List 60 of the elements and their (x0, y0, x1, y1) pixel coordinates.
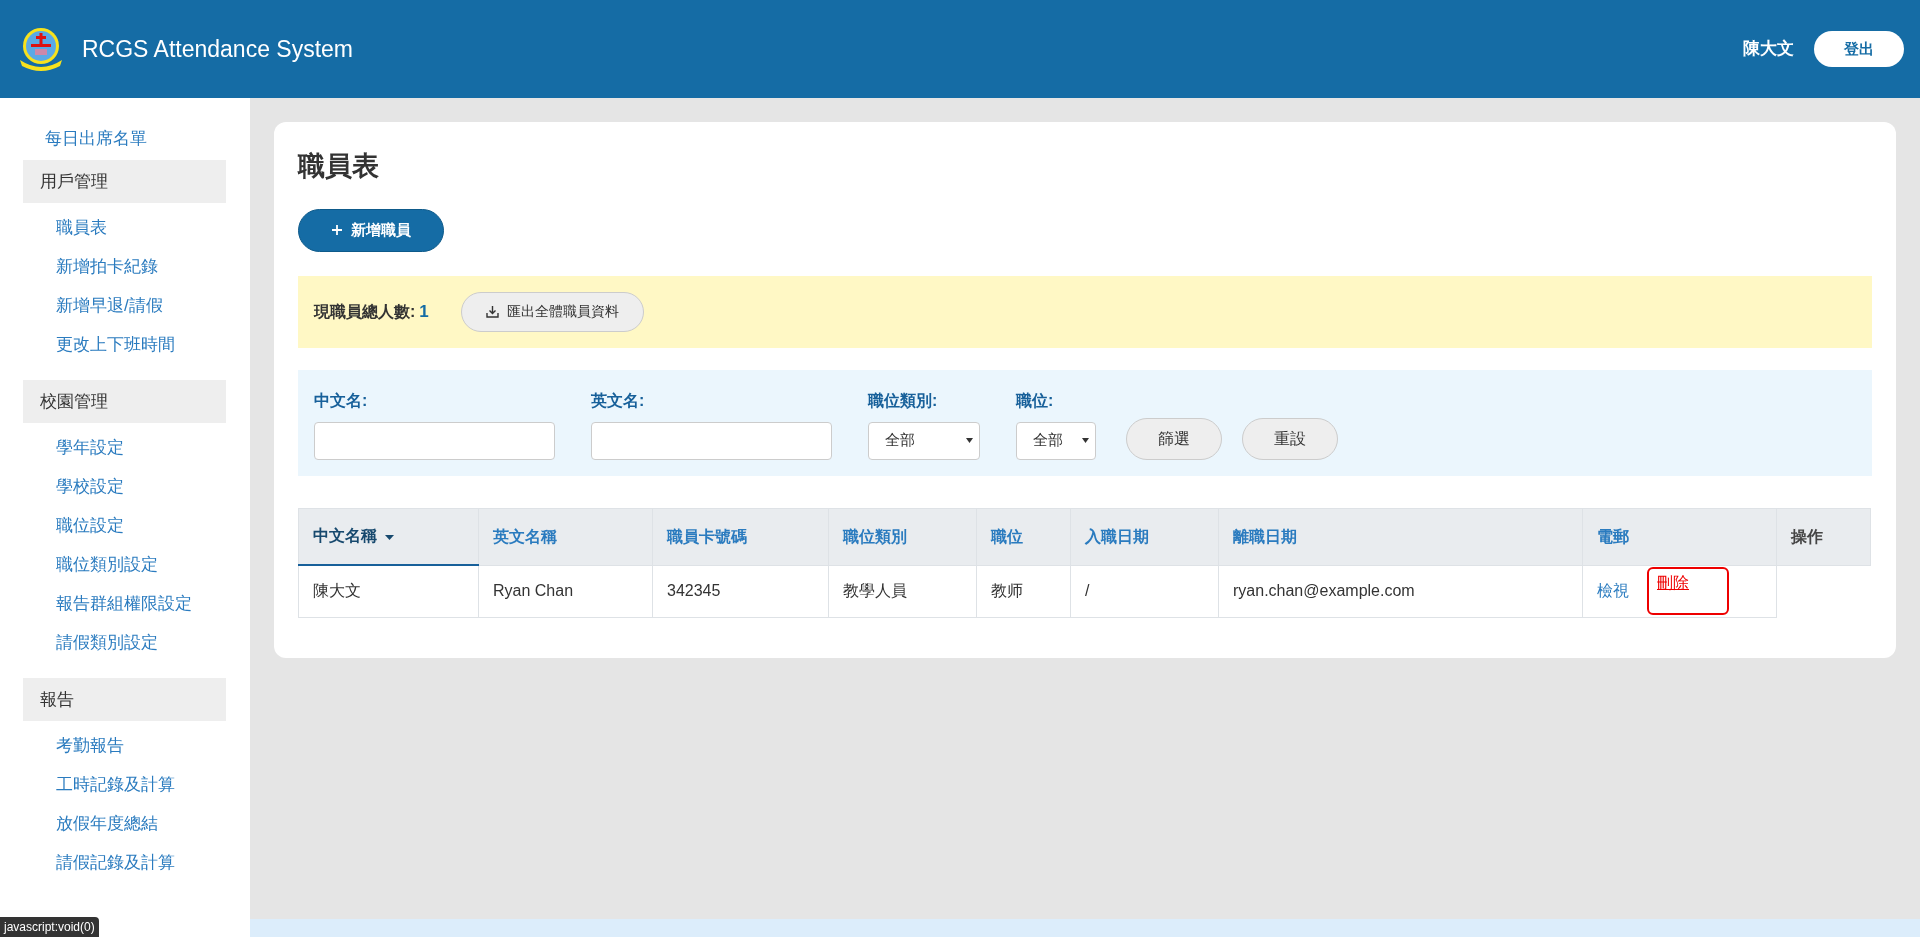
table-cell: / (1070, 565, 1219, 617)
column-header[interactable]: 中文名稱 (298, 508, 479, 565)
plus-icon (331, 224, 343, 236)
sidebar-link[interactable]: 更改上下班時間 (23, 325, 226, 364)
sidebar-link[interactable]: 考勤報告 (23, 726, 226, 765)
page-title: 職員表 (298, 150, 380, 183)
view-link[interactable]: 檢視 (1597, 579, 1629, 603)
export-button[interactable]: 匯出全體職員資料 (460, 291, 644, 332)
sidebar-link[interactable]: 請假類別設定 (23, 623, 226, 662)
sidebar-link[interactable]: 工時記錄及計算 (23, 765, 226, 804)
status-bar-url: javascript:void(0) (0, 917, 99, 937)
table-cell: 教學人員 (828, 565, 977, 617)
sidebar-link[interactable]: 學年設定 (23, 428, 226, 467)
filter-label: 職位: (1016, 390, 1055, 411)
filter-button[interactable]: 篩選 (1126, 417, 1222, 460)
text-input-field[interactable] (591, 421, 832, 460)
table-cell: 教师 (976, 565, 1071, 617)
sidebar-link[interactable]: 學校設定 (23, 467, 226, 506)
dropdown-select[interactable]: 全部 (868, 421, 980, 460)
logout-button[interactable]: 登出 (1814, 31, 1904, 67)
table-cell: Ryan Chan (478, 565, 653, 617)
total-label: 現職員總人數: (314, 301, 416, 322)
delete-link[interactable]: 刪除 (1649, 569, 1727, 613)
sort-caret-icon (385, 534, 394, 540)
download-icon (485, 305, 499, 318)
sidebar-link[interactable]: 每日出席名單 (23, 122, 226, 156)
column-header[interactable]: 職位 (976, 508, 1071, 565)
column-header[interactable]: 操作 (1776, 508, 1871, 565)
sidebar-section-heading: 報告 (23, 678, 226, 721)
sidebar-link[interactable]: 報告群組權限設定 (23, 584, 226, 623)
table-cell: ryan.chan@example.com (1218, 565, 1583, 617)
column-header[interactable]: 離職日期 (1218, 508, 1583, 565)
column-header[interactable]: 入職日期 (1070, 508, 1219, 565)
dropdown-select[interactable]: 全部 (1016, 421, 1096, 460)
filter-label: 中文名: (314, 390, 369, 411)
add-staff-button[interactable]: 新增職員 (298, 208, 444, 252)
app-title: RCGS Attendance System (82, 34, 353, 64)
sidebar-section-heading: 校園管理 (23, 380, 226, 423)
table-cell: 342345 (652, 565, 829, 617)
sidebar-link[interactable]: 職員表 (23, 208, 226, 247)
filter-button[interactable]: 重設 (1242, 417, 1338, 460)
sidebar-link[interactable]: 新增拍卡紀錄 (23, 247, 226, 286)
dropdown-caret-icon (966, 438, 973, 443)
dropdown-caret-icon (1082, 438, 1089, 443)
column-header[interactable]: 電郵 (1582, 508, 1777, 565)
sidebar-link[interactable]: 新增早退/請假 (23, 286, 226, 325)
column-header[interactable]: 職位類別 (828, 508, 977, 565)
sidebar-link[interactable]: 請假記錄及計算 (23, 843, 226, 882)
user-name: 陳大文 (1743, 38, 1794, 61)
text-input-field[interactable] (314, 421, 555, 460)
filter-label: 職位類別: (868, 390, 939, 411)
column-header[interactable]: 英文名稱 (478, 508, 653, 565)
sidebar-link[interactable]: 放假年度總結 (23, 804, 226, 843)
column-header[interactable]: 職員卡號碼 (652, 508, 829, 565)
table-cell: 陳大文 (298, 565, 479, 617)
sidebar-link[interactable]: 職位類別設定 (23, 545, 226, 584)
filter-label: 英文名: (591, 390, 646, 411)
total-count: 1 (419, 300, 429, 323)
sidebar-link[interactable]: 職位設定 (23, 506, 226, 545)
sidebar-section-heading: 用戶管理 (23, 160, 226, 203)
